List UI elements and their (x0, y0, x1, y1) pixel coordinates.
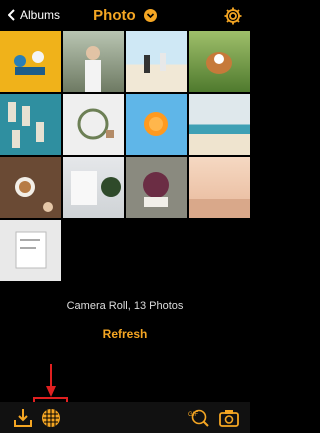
gear-icon[interactable] (223, 6, 243, 26)
gif-search-icon[interactable]: GIF (187, 407, 209, 429)
pattern-filter-icon[interactable] (40, 407, 62, 429)
photo-thumbnail[interactable] (0, 220, 61, 281)
photo-thumbnail[interactable] (189, 157, 250, 218)
photo-grid (0, 31, 250, 281)
photo-thumbnail[interactable] (189, 31, 250, 92)
gif-badge: GIF (188, 412, 198, 418)
photo-thumbnail[interactable] (0, 31, 61, 92)
refresh-button[interactable]: Refresh (0, 327, 250, 341)
download-icon[interactable] (12, 407, 34, 429)
photo-thumbnail[interactable] (0, 94, 61, 155)
photo-thumbnail[interactable] (126, 157, 187, 218)
photo-thumbnail[interactable] (63, 157, 124, 218)
album-title-text: Photo (93, 7, 136, 24)
photo-thumbnail[interactable] (63, 94, 124, 155)
photo-thumbnail[interactable] (126, 94, 187, 155)
photo-thumbnail[interactable] (189, 94, 250, 155)
camera-icon[interactable] (218, 407, 240, 429)
arrow-down-icon (46, 364, 56, 397)
album-caption: Camera Roll, 13 Photos (66, 300, 184, 312)
album-title[interactable]: Photo (0, 7, 250, 24)
photo-thumbnail[interactable] (0, 157, 61, 218)
photo-thumbnail[interactable] (126, 31, 187, 92)
top-bar: Albums Photo (0, 0, 250, 31)
bottom-toolbar: GIF (0, 402, 250, 433)
chevron-down-icon (143, 8, 157, 22)
photo-thumbnail[interactable] (63, 31, 124, 92)
